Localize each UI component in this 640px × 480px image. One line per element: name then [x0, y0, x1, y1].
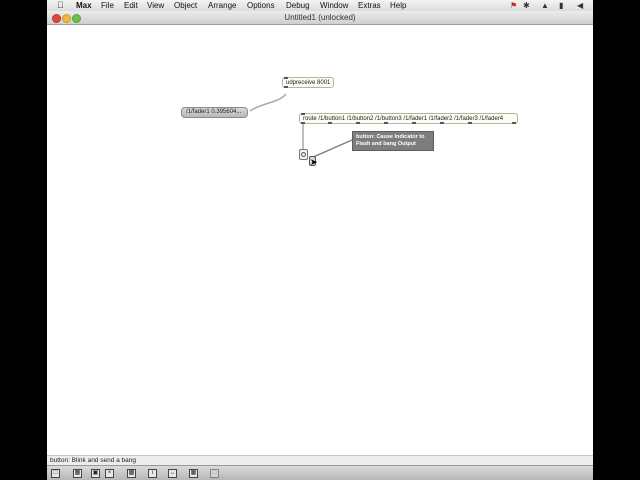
route-outlet-5[interactable] [412, 122, 416, 124]
message-box-text: /1/fader1 0.395604... [186, 109, 242, 115]
clear-icon[interactable]: × [105, 469, 114, 478]
menu-edit[interactable]: Edit [124, 0, 138, 11]
route-outlet-3[interactable] [356, 122, 360, 124]
object-tooltip: button: Cause Indicator to Flash and ban… [352, 131, 434, 151]
bluetooth-icon[interactable]: ✱ [523, 0, 530, 11]
route-outlet-1[interactable] [301, 122, 305, 124]
inspector-icon[interactable]: i [148, 469, 157, 478]
udpreceive-object-text: udpreceive 8001 [286, 80, 331, 86]
menu-file[interactable]: File [101, 0, 114, 11]
route-outlet-7[interactable] [468, 122, 472, 124]
menu-debug[interactable]: Debug [286, 0, 310, 11]
menu-window[interactable]: Window [320, 0, 348, 11]
grid-icon[interactable]: ▦ [189, 469, 198, 478]
snap-grid-icon[interactable]: ▣ [91, 469, 100, 478]
tooltip-pointer [310, 139, 353, 159]
object-tooltip-text: button: Cause Indicator to Flash and ban… [356, 134, 425, 147]
menu-help[interactable]: Help [390, 0, 406, 11]
status-text: button: Blink and send a bang [50, 457, 137, 464]
window-titlebar[interactable]: Untitled1 (unlocked) [47, 11, 593, 25]
wifi-icon[interactable]: ▲ [541, 0, 549, 11]
message-box[interactable]: /1/fader1 0.395604... [181, 107, 248, 118]
bang-button-object[interactable] [299, 149, 308, 160]
route-object[interactable]: route /1/button1 /1/button2 /1/button3 /… [299, 113, 518, 124]
mouse-cursor-icon: ➤ [310, 157, 318, 167]
extra-icon[interactable]: □ [210, 469, 219, 478]
patcher-canvas[interactable]: udpreceive 8001 /1/fader1 0.395604... ro… [47, 25, 593, 455]
status-flag-icon[interactable]: ⚑ [510, 0, 517, 11]
menu-view[interactable]: View [147, 0, 164, 11]
menu-options[interactable]: Options [247, 0, 275, 11]
menu-extras[interactable]: Extras [358, 0, 381, 11]
screen:  Max File Edit View Object Arrange Opti… [47, 0, 593, 480]
volume-icon[interactable]: ◀ [577, 0, 583, 11]
patch-cords [249, 93, 353, 159]
udpreceive-object[interactable]: udpreceive 8001 [282, 77, 334, 88]
object-inlet[interactable] [284, 77, 288, 79]
window-title: Untitled1 (unlocked) [284, 13, 356, 22]
battery-icon[interactable]: ▮ [559, 0, 563, 11]
route-outlet-4[interactable] [384, 122, 388, 124]
route-object-text: route /1/button1 /1/button2 /1/button3 /… [303, 116, 504, 122]
status-bar: button: Blink and send a bang [47, 455, 593, 465]
route-outlet-8[interactable] [512, 122, 516, 124]
route-outlet-2[interactable] [328, 122, 332, 124]
menu-arrange[interactable]: Arrange [208, 0, 236, 11]
route-outlet-6[interactable] [440, 122, 444, 124]
menu-object[interactable]: Object [174, 0, 197, 11]
menu-app[interactable]: Max [76, 0, 92, 11]
lock-icon[interactable]: □ [51, 469, 60, 478]
new-object-icon[interactable]: ▩ [127, 469, 136, 478]
toggle-icon[interactable]: ↔ [168, 469, 177, 478]
patch-cord-udp-to-message[interactable] [249, 93, 287, 112]
presentation-icon[interactable]: ▦ [73, 469, 82, 478]
object-outlet[interactable] [284, 86, 288, 88]
bang-circle-icon [301, 152, 306, 157]
object-inlet[interactable] [301, 113, 305, 115]
apple-menu-icon[interactable]:  [57, 0, 64, 11]
patcher-toolbar: □ ▦ ▣ × ▩ i ↔ ▦ □ [47, 465, 593, 480]
